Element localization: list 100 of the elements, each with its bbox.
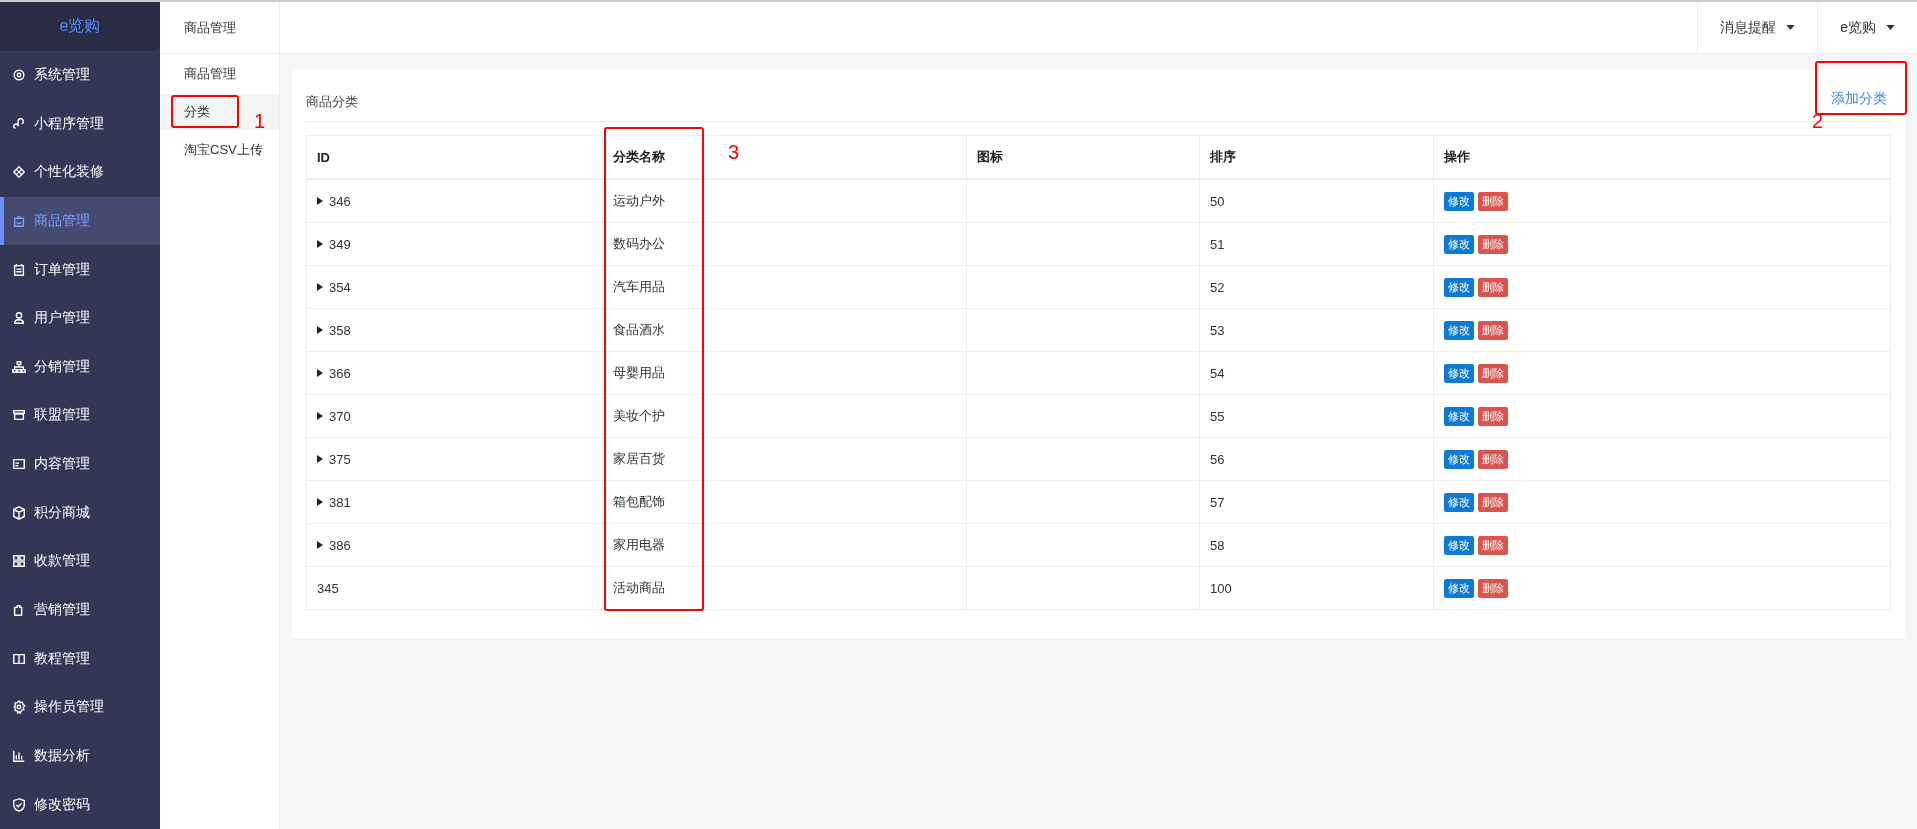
column-header: 操作 (1433, 135, 1891, 179)
expand-arrow-icon[interactable] (317, 240, 323, 248)
link-icon (12, 116, 26, 131)
caret-icon (1786, 25, 1796, 30)
table-cell: 100 (1210, 580, 1232, 596)
expand-arrow-icon[interactable] (317, 197, 323, 205)
calendar-icon (12, 262, 26, 277)
edit-button[interactable]: 修改 (1444, 449, 1474, 469)
delete-button[interactable]: 删除 (1478, 191, 1508, 211)
sidebar-item[interactable]: 收款管理 (0, 537, 160, 586)
expand-arrow-icon[interactable] (317, 498, 323, 506)
table-cell: 运动户外 (613, 193, 665, 208)
sidebar-item[interactable]: 操作员管理 (0, 682, 160, 732)
delete-button[interactable]: 删除 (1478, 578, 1508, 598)
annotation-number: 2 (1812, 110, 1824, 133)
sidebar-item[interactable]: 内容管理 (0, 439, 160, 489)
annotation-number: 1 (254, 110, 266, 133)
table-cell: 数码办公 (613, 236, 665, 251)
table-cell: 家用电器 (613, 537, 665, 552)
expand-arrow-icon[interactable] (317, 412, 323, 420)
delete-button[interactable]: 删除 (1478, 277, 1508, 297)
table-cell: 58 (1210, 537, 1225, 553)
header-menu[interactable]: e览购 (1817, 2, 1917, 53)
expand-arrow-icon[interactable] (317, 369, 323, 377)
table-cell: 52 (1210, 279, 1225, 295)
subnav-item[interactable]: 商品管理 (160, 56, 279, 92)
table-cell: 57 (1210, 494, 1225, 510)
edit-button[interactable]: 修改 (1444, 320, 1474, 340)
sidebar-item[interactable]: 联盟管理 (0, 391, 160, 440)
table-cell: 346 (329, 193, 351, 209)
sidebar-item[interactable]: 小程序管理 (0, 99, 160, 148)
edit-button[interactable]: 修改 (1444, 234, 1474, 254)
sidebar-item[interactable]: 修改密码 (0, 780, 160, 829)
sitemap-icon (12, 359, 26, 374)
sidebar-item[interactable]: 商品管理 (0, 196, 160, 246)
annotation-box (171, 95, 239, 128)
table-cell: 54 (1210, 365, 1225, 381)
delete-button[interactable]: 删除 (1478, 320, 1508, 340)
card-title: 商品分类 (306, 93, 358, 111)
gear-icon (12, 67, 26, 82)
table-cell: 汽车用品 (613, 279, 665, 294)
table-cell: 366 (329, 365, 351, 381)
table-cell: 51 (1210, 236, 1225, 252)
edit-button[interactable]: 修改 (1444, 363, 1474, 383)
bag-icon (12, 213, 26, 228)
column-header: 排序 (1199, 135, 1434, 179)
table-cell: 345 (317, 580, 339, 596)
table-cell: 55 (1210, 408, 1225, 424)
sidebar-item[interactable]: 教程管理 (0, 634, 160, 683)
table-cell: 美妆个护 (613, 408, 665, 423)
edit-button[interactable]: 修改 (1444, 277, 1474, 297)
expand-arrow-icon[interactable] (317, 541, 323, 549)
sidebar-item[interactable]: 数据分析 (0, 731, 160, 781)
edit-button[interactable]: 修改 (1444, 406, 1474, 426)
table-cell: 349 (329, 236, 351, 252)
edit-button[interactable]: 修改 (1444, 535, 1474, 555)
delete-button[interactable]: 删除 (1478, 406, 1508, 426)
table-cell: 358 (329, 322, 351, 338)
table-cell: 箱包配饰 (613, 494, 665, 509)
table-cell: 母婴用品 (613, 365, 665, 380)
expand-arrow-icon[interactable] (317, 283, 323, 291)
edit-button[interactable]: 修改 (1444, 578, 1474, 598)
card-icon (12, 457, 26, 472)
table-cell: 375 (329, 451, 351, 467)
column-header: ID (306, 135, 603, 179)
sidebar-item[interactable]: 用户管理 (0, 293, 160, 343)
diamond-icon (12, 165, 26, 180)
table-cell: 50 (1210, 193, 1225, 209)
cog-icon (12, 700, 26, 715)
store-icon (12, 408, 26, 423)
expand-arrow-icon[interactable] (317, 326, 323, 334)
subnav-item[interactable]: 淘宝CSV上传 (160, 132, 279, 168)
subnav-title: 商品管理 (160, 2, 279, 54)
delete-button[interactable]: 删除 (1478, 234, 1508, 254)
grid-icon (12, 554, 26, 569)
header-menu[interactable]: 消息提醒 (1697, 2, 1818, 53)
bar-chart-icon (12, 748, 26, 763)
sidebar-item[interactable]: 系统管理 (0, 50, 160, 100)
table-cell: 354 (329, 279, 351, 295)
user-icon (12, 311, 26, 326)
delete-button[interactable]: 删除 (1478, 449, 1508, 469)
delete-button[interactable]: 删除 (1478, 363, 1508, 383)
sidebar-item[interactable]: 订单管理 (0, 245, 160, 294)
add-category-link[interactable]: 添加分类 (1831, 90, 1887, 108)
annotation-number: 3 (728, 141, 740, 164)
sidebar-item[interactable]: 积分商城 (0, 488, 160, 538)
delete-button[interactable]: 删除 (1478, 492, 1508, 512)
sidebar-item[interactable]: 个性化装修 (0, 147, 160, 197)
cube-icon (12, 505, 26, 520)
shield-icon (12, 797, 26, 812)
edit-button[interactable]: 修改 (1444, 492, 1474, 512)
sidebar-item[interactable]: 分销管理 (0, 342, 160, 392)
delete-button[interactable]: 删除 (1478, 535, 1508, 555)
expand-arrow-icon[interactable] (317, 455, 323, 463)
table-cell: 370 (329, 408, 351, 424)
edit-button[interactable]: 修改 (1444, 191, 1474, 211)
table-cell: 56 (1210, 451, 1225, 467)
table-cell: 家居百货 (613, 451, 665, 466)
sidebar-item[interactable]: 营销管理 (0, 585, 160, 635)
book-icon (12, 651, 26, 666)
